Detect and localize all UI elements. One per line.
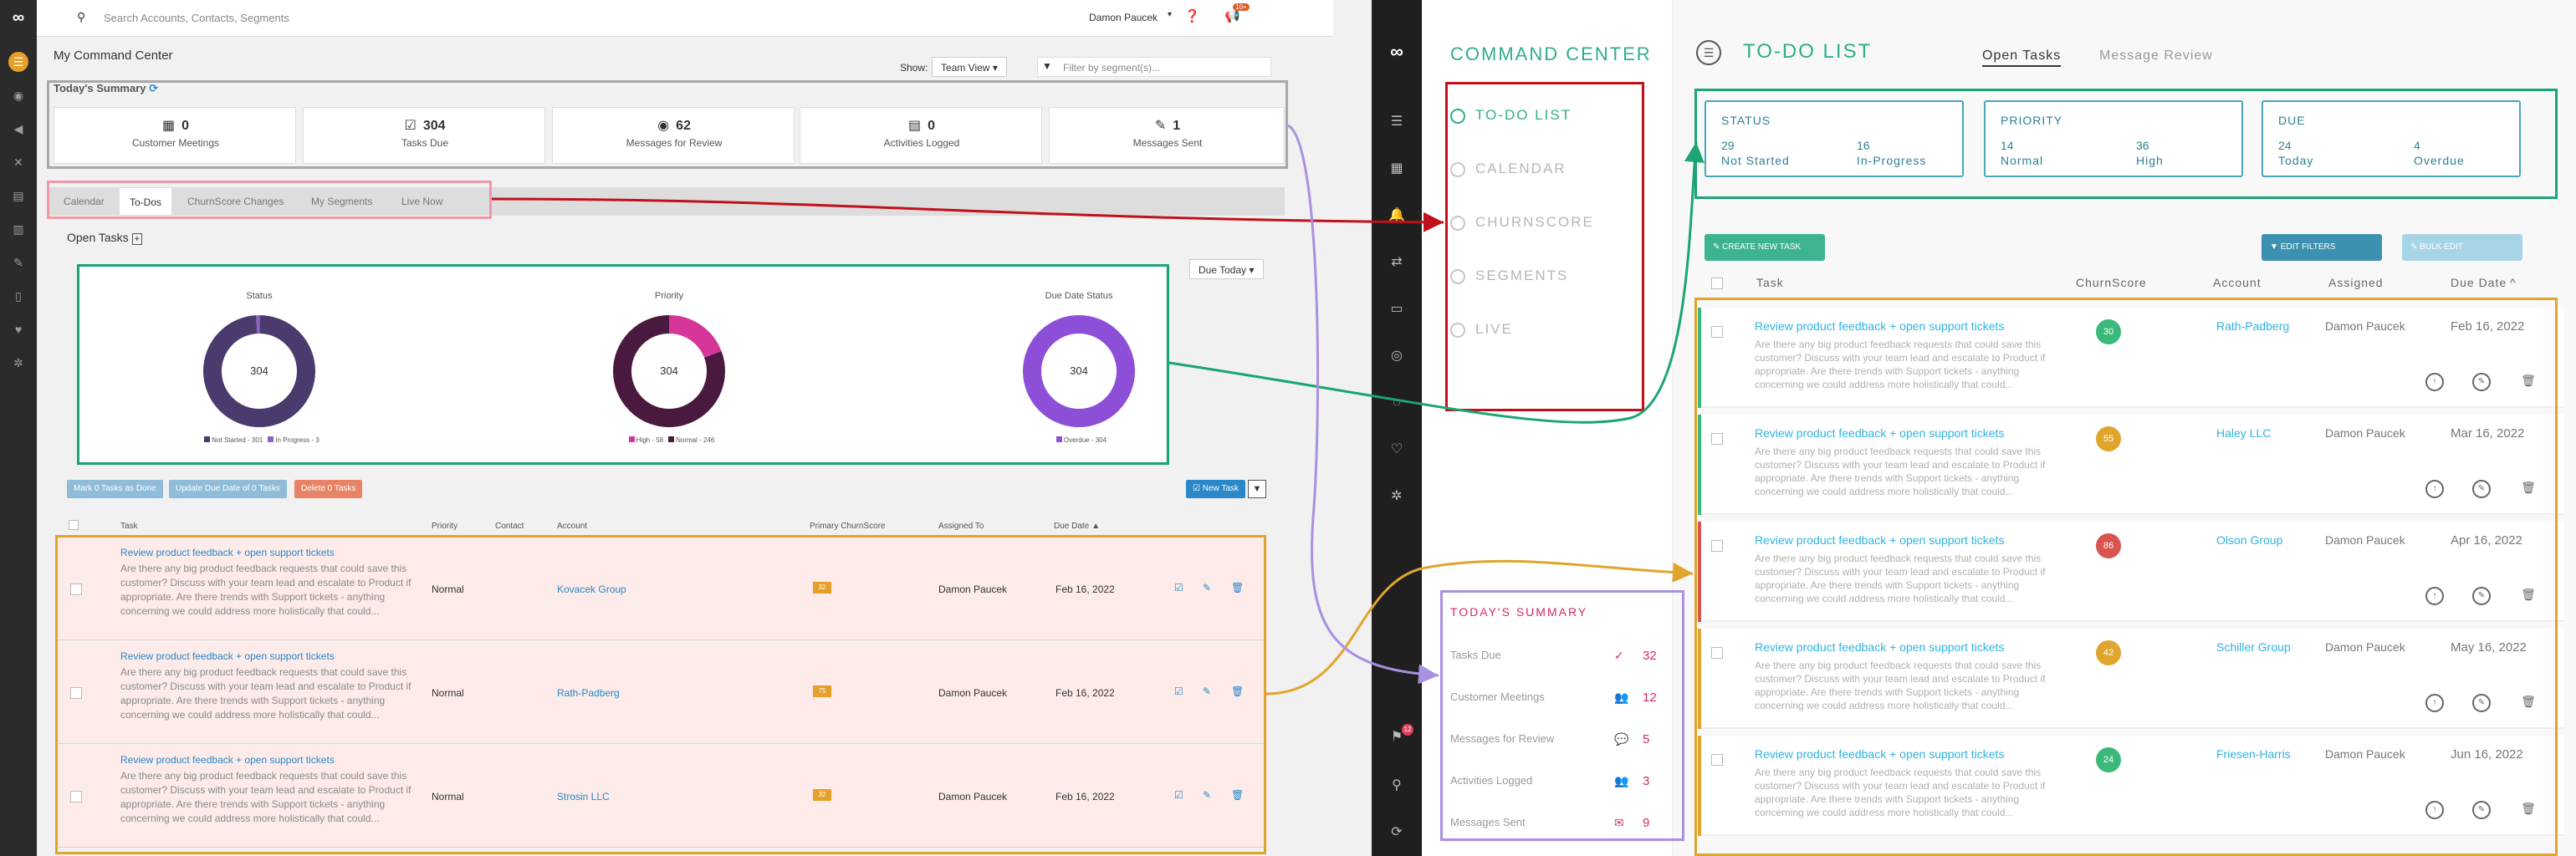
connector-arrows — [491, 124, 1705, 696]
table-to-tasklist-arrow — [1265, 559, 1694, 696]
summary-to-today-arrow — [1287, 124, 1439, 685]
charts-to-stats-arrow — [1168, 141, 1705, 424]
tabs-to-nav-arrow — [491, 197, 1444, 232]
